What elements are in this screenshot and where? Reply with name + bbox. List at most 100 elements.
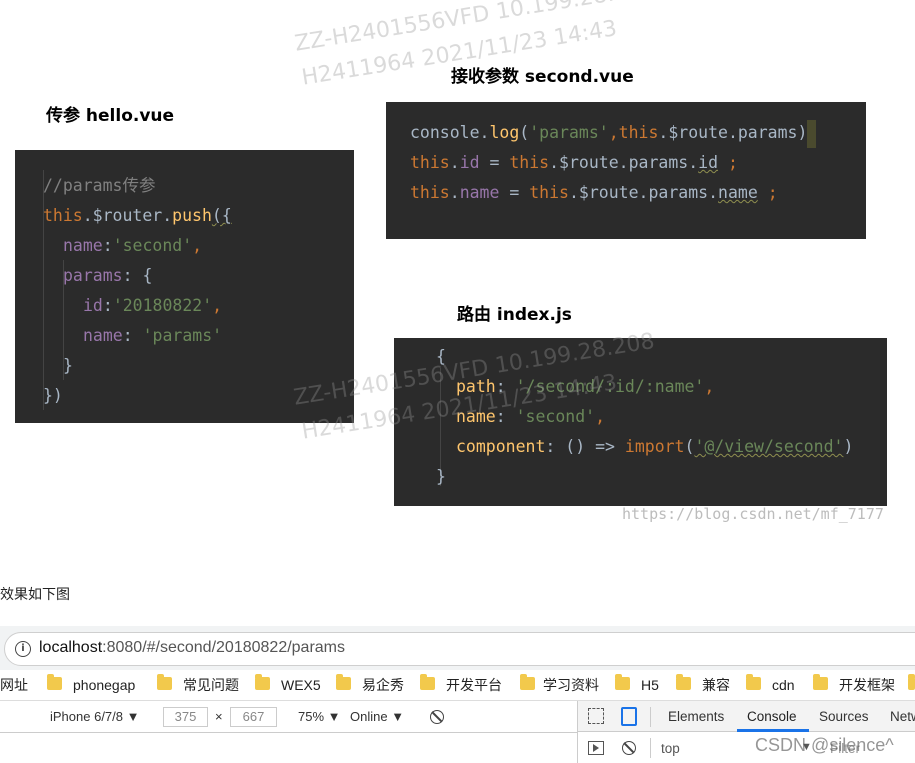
code-token: . bbox=[449, 153, 460, 172]
bookmark-item[interactable]: 网址 bbox=[0, 675, 28, 695]
code-token: '20180822' bbox=[112, 296, 213, 315]
code-token: = bbox=[499, 183, 530, 202]
tab-elements[interactable]: Elements bbox=[668, 709, 724, 724]
tab-sources[interactable]: Sources bbox=[819, 709, 869, 724]
code-line: path: '/second/:id/:name', bbox=[456, 372, 714, 402]
inspect-element-icon[interactable] bbox=[588, 708, 604, 724]
bookmark-item[interactable]: 兼容 bbox=[702, 675, 730, 695]
code-token: } bbox=[436, 467, 446, 486]
code-line: this.id = this.$route.params.id ; bbox=[410, 148, 738, 178]
folder-icon bbox=[336, 674, 351, 690]
code-token: this bbox=[618, 123, 659, 142]
code-comment: //params传参 bbox=[43, 176, 156, 195]
height-input[interactable]: 667 bbox=[230, 707, 277, 727]
bookmark-item[interactable]: H5 bbox=[641, 675, 659, 695]
folder-icon bbox=[746, 674, 761, 690]
code-line: this.name = this.$route.params.name ; bbox=[410, 178, 778, 208]
code-token: 'params' bbox=[529, 123, 609, 142]
result-caption: 效果如下图 bbox=[0, 587, 70, 603]
tab-console[interactable]: Console bbox=[747, 709, 797, 724]
code-line: console.log('params',this.$route.params) bbox=[410, 118, 817, 148]
divider bbox=[650, 707, 651, 727]
url-text[interactable]: localhost:8080/#/second/20180822/params bbox=[39, 639, 345, 657]
code-token: this bbox=[509, 153, 550, 172]
code-token: : bbox=[102, 236, 113, 255]
code-token: log bbox=[489, 123, 520, 142]
code-token: : bbox=[495, 377, 516, 396]
bookmark-item[interactable]: WEX5 bbox=[281, 675, 321, 695]
context-select[interactable]: top bbox=[661, 741, 680, 756]
address-bar[interactable]: i localhost:8080/#/second/20180822/param… bbox=[4, 632, 915, 666]
code-line: } bbox=[436, 462, 446, 492]
code-token: { bbox=[436, 347, 446, 366]
code-token: , bbox=[704, 377, 715, 396]
bookmark-item[interactable]: cdn bbox=[772, 675, 795, 695]
text-caret bbox=[807, 119, 817, 148]
code-token: name bbox=[459, 183, 500, 202]
code-token: 'params' bbox=[142, 326, 223, 345]
code-token: .$router. bbox=[82, 206, 173, 225]
code-token: id bbox=[459, 153, 480, 172]
bookmark-item[interactable]: 常见问题 bbox=[183, 675, 239, 695]
code-token: id bbox=[83, 296, 103, 315]
url-host: localhost bbox=[39, 639, 103, 656]
code-token: .$route.params. bbox=[569, 183, 719, 202]
code-token: '@/view/second' bbox=[694, 437, 844, 456]
device-select[interactable]: iPhone 6/7/8 ▼ bbox=[50, 709, 139, 724]
rotate-icon[interactable] bbox=[430, 710, 444, 724]
code-token: : bbox=[495, 407, 516, 426]
bookmark-item[interactable]: 易企秀 bbox=[362, 675, 404, 695]
code-token: = bbox=[479, 153, 510, 172]
divider bbox=[0, 732, 578, 733]
bookmark-item[interactable]: 开发框架 bbox=[839, 675, 895, 695]
code-line: name: 'params' bbox=[83, 321, 222, 351]
zoom-select[interactable]: 75% ▼ bbox=[298, 709, 341, 724]
toggle-device-icon[interactable] bbox=[621, 707, 637, 726]
code-line: params: { bbox=[63, 261, 152, 291]
folder-icon bbox=[908, 674, 915, 690]
folder-icon bbox=[420, 674, 435, 690]
watermark-text: ZZ-H2401556VFD 10.199.28.208 bbox=[293, 0, 658, 57]
heading-router-index-js: 路由 index.js bbox=[457, 305, 572, 325]
network-throttle-select[interactable]: Online ▼ bbox=[350, 709, 404, 724]
code-token: ( bbox=[519, 123, 530, 142]
folder-icon bbox=[157, 674, 172, 690]
folder-icon bbox=[255, 674, 270, 690]
folder-icon bbox=[813, 674, 828, 690]
code-token: , bbox=[608, 123, 619, 142]
folder-icon bbox=[615, 674, 630, 690]
code-line: name:'second', bbox=[63, 231, 202, 261]
code-token: name bbox=[83, 326, 123, 345]
times-sign: × bbox=[215, 709, 223, 724]
sidebar-toggle-icon[interactable] bbox=[588, 741, 604, 755]
width-input[interactable]: 375 bbox=[163, 707, 208, 727]
code-token: this bbox=[410, 183, 450, 202]
code-line: this.$router.push({ bbox=[43, 201, 232, 231]
folder-icon bbox=[520, 674, 535, 690]
tab-network[interactable]: Netw bbox=[890, 709, 915, 724]
url-path: :8080/#/second/20180822/params bbox=[102, 639, 346, 656]
code-token: , bbox=[595, 407, 606, 426]
code-token: this bbox=[43, 206, 83, 225]
code-token: .$route.params) bbox=[658, 123, 808, 142]
code-line: id:'20180822', bbox=[83, 291, 222, 321]
code-line: { bbox=[436, 342, 446, 372]
code-token: ) bbox=[843, 437, 854, 456]
device-toolbar: iPhone 6/7/8 ▼ 375 × 667 75% ▼ Online ▼ bbox=[0, 701, 578, 733]
code-token: push bbox=[172, 206, 212, 225]
bookmark-item[interactable]: 学习资料 bbox=[543, 675, 599, 695]
code-token: } bbox=[63, 356, 73, 375]
code-token: '/second/:id/:name' bbox=[515, 377, 705, 396]
code-block-router-index-js: { path: '/second/:id/:name', name: 'seco… bbox=[394, 338, 887, 506]
bookmark-item[interactable]: phonegap bbox=[73, 675, 135, 695]
code-token: ( bbox=[684, 437, 695, 456]
code-token: import bbox=[624, 437, 685, 456]
info-icon[interactable]: i bbox=[15, 641, 31, 657]
code-token: name bbox=[63, 236, 103, 255]
bookmark-item[interactable]: 开发平台 bbox=[446, 675, 502, 695]
code-line: } bbox=[63, 351, 73, 381]
code-token: path bbox=[456, 377, 496, 396]
code-block-hello-vue: //params传参 this.$router.push({ name:'sec… bbox=[15, 150, 354, 423]
clear-console-icon[interactable] bbox=[622, 741, 636, 755]
code-token: ; bbox=[718, 153, 738, 172]
